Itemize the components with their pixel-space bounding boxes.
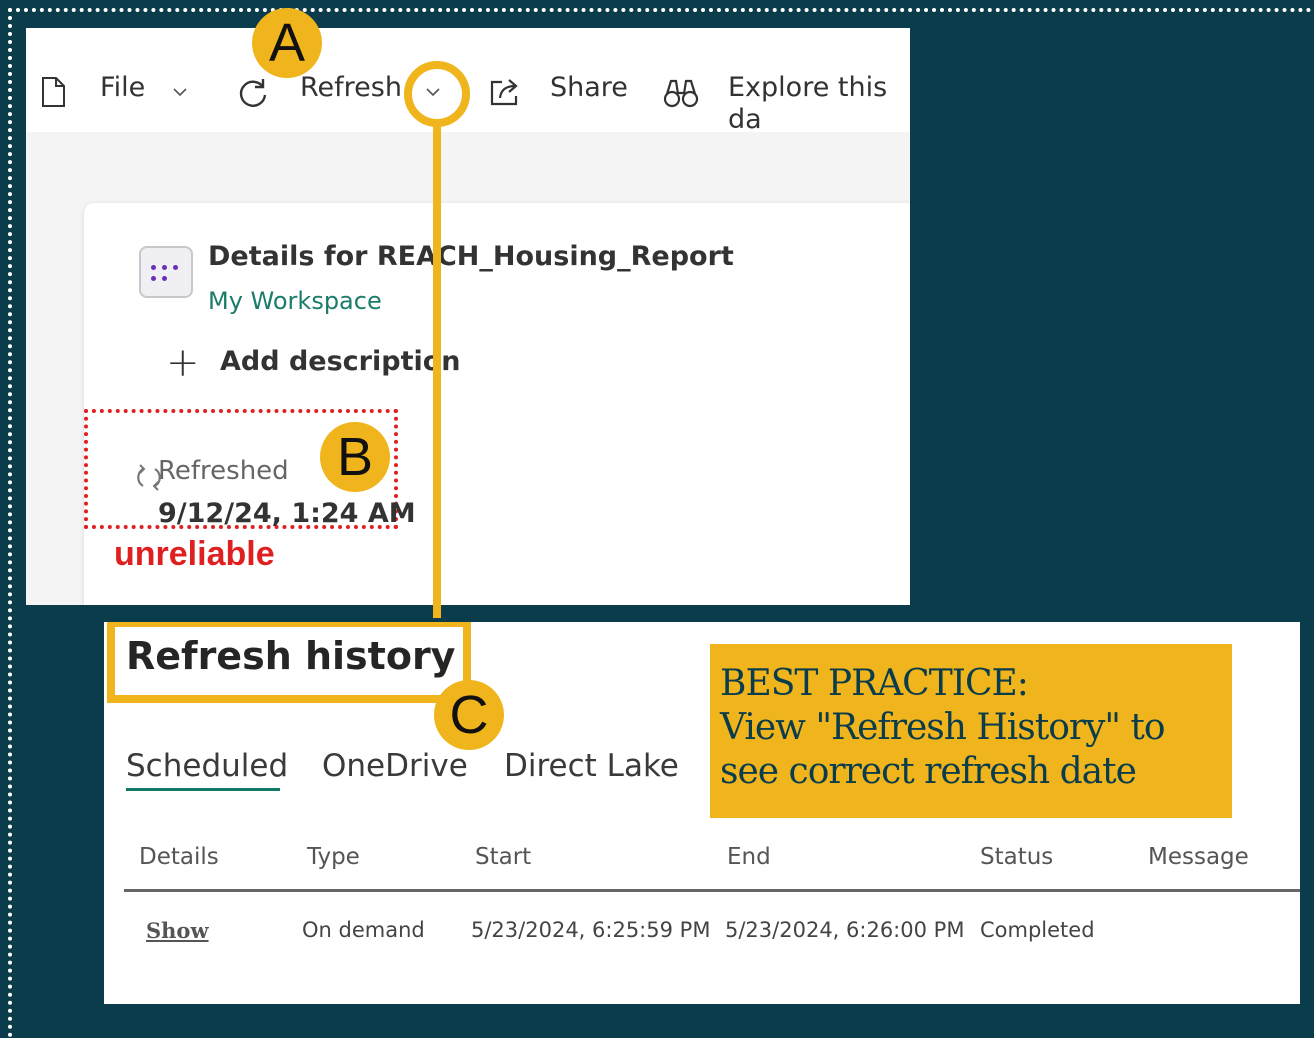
refresh-history-highlight-box [107,622,471,703]
semantic-model-icon [139,246,193,298]
column-header-start: Start [475,844,532,870]
row-status: Completed [980,918,1095,942]
file-menu[interactable]: File [100,72,145,104]
file-icon[interactable] [40,76,66,108]
column-header-type: Type [307,844,360,870]
best-practice-callout: BEST PRACTICE: View "Refresh History" to… [710,644,1232,818]
workspace-link[interactable]: My Workspace [208,287,382,315]
tab-scheduled[interactable]: Scheduled [126,748,288,784]
share-button[interactable]: Share [550,72,628,104]
row-start: 5/23/2024, 6:25:59 PM [471,918,711,942]
callout-line-3: see correct refresh date [720,751,1137,792]
plus-icon[interactable]: + [166,343,200,383]
add-description-button[interactable]: Add description [220,346,461,377]
dataset-title: Details for REACH_Housing_Report [208,241,734,272]
tab-direct-lake[interactable]: Direct Lake [504,748,679,784]
badge-b: B [320,422,390,492]
show-details-link[interactable]: Show [146,918,209,943]
callout-line-1: BEST PRACTICE: [720,663,1029,704]
column-header-end: End [727,844,771,870]
badge-c: C [434,680,504,750]
active-tab-indicator [126,788,280,791]
row-end: 5/23/2024, 6:26:00 PM [725,918,965,942]
refresh-button[interactable]: Refresh [300,72,402,104]
toolbar: File Refresh Share Explore this da [26,28,910,135]
table-header-divider [124,889,1300,892]
explore-button[interactable]: Explore this da [728,72,910,136]
refreshed-date: 9/12/24, 1:24 AM [158,498,416,529]
share-icon[interactable] [488,76,522,108]
chevron-down-icon[interactable] [172,86,188,98]
connector-line [433,120,441,618]
binoculars-icon[interactable] [662,76,700,110]
column-header-status: Status [980,844,1054,870]
unreliable-warning: unreliable [106,535,283,574]
refresh-icon[interactable] [236,76,270,110]
tab-onedrive[interactable]: OneDrive [322,748,468,784]
callout-line-2: View "Refresh History" to [720,707,1166,748]
column-header-details: Details [139,844,219,870]
column-header-message: Message [1148,844,1249,870]
badge-a: A [252,8,322,78]
refreshed-label: Refreshed [158,456,289,486]
row-type: On demand [302,918,425,942]
dropdown-highlight-ring [404,61,470,127]
